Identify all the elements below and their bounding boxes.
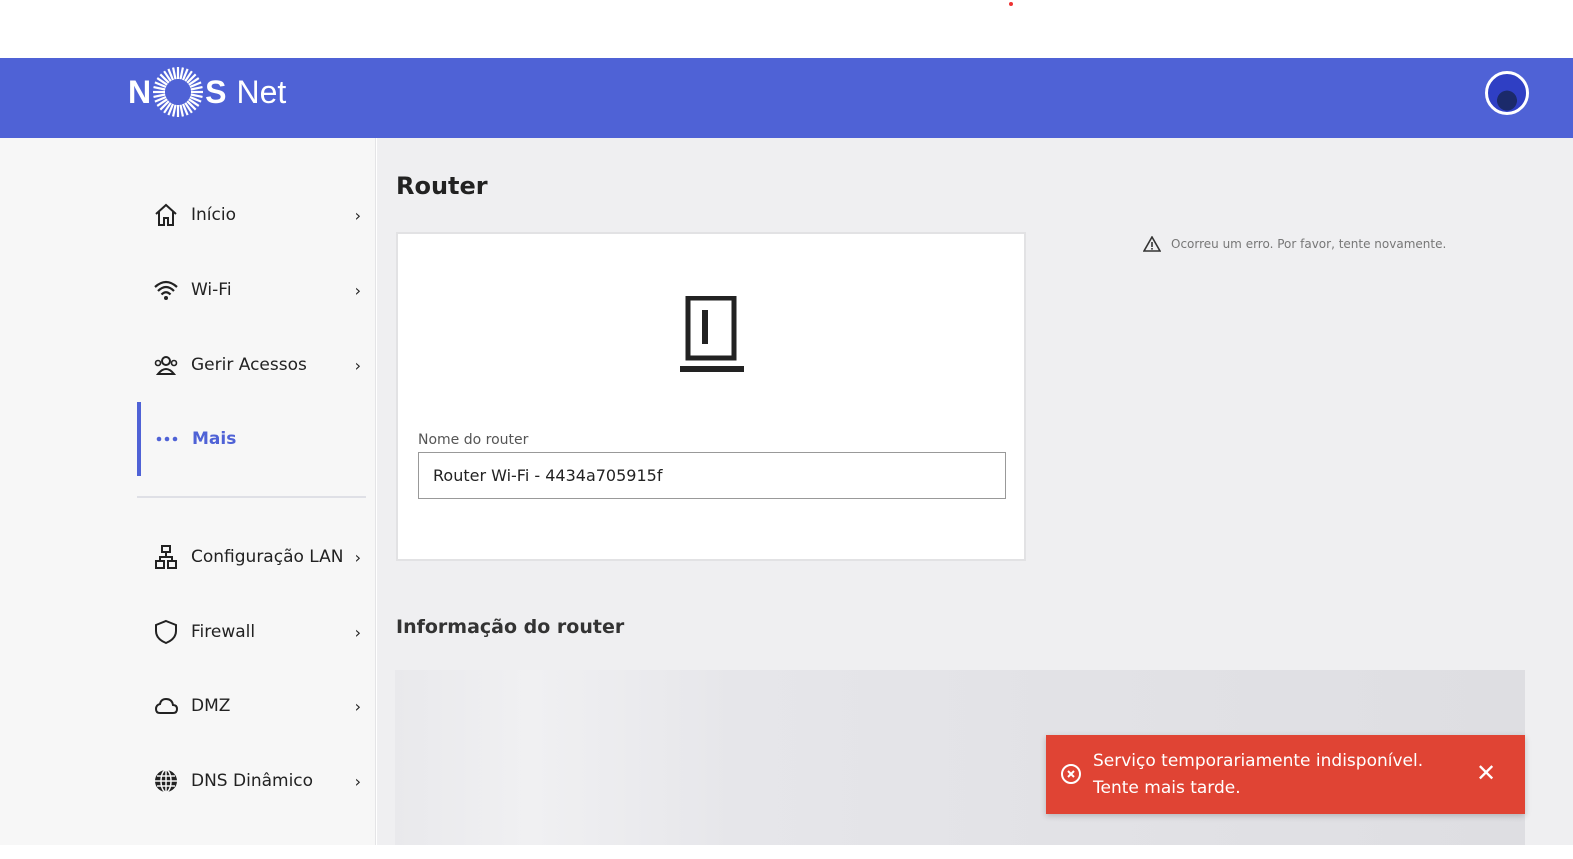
globe-icon [153,768,179,794]
shield-icon [153,619,179,645]
users-icon [153,352,179,378]
error-message: Ocorreu um erro. Por favor, tente novame… [1143,236,1446,252]
sidebar-item-wi-fi[interactable]: Wi-Fi › [137,253,367,327]
user-avatar[interactable] [1485,71,1529,115]
chevron-right-icon: › [354,355,361,375]
sidebar-item-label: Firewall [191,622,256,642]
error-text: Ocorreu um erro. Por favor, tente novame… [1171,237,1447,251]
logo-letter: N [128,73,152,110]
chevron-right-icon: › [354,622,361,642]
sidebar-item-gerir-acessos[interactable]: Gerir Acessos › [137,328,367,402]
sidebar-item-dns-dinamico[interactable]: DNS Dinâmico › [137,744,367,818]
sidebar-item-inicio[interactable]: Início › [137,178,367,252]
chevron-right-icon: › [354,280,361,300]
error-circle-icon [1061,764,1081,784]
router-name-label: Nome do router [418,432,529,448]
router-info-heading: Informação do router [396,616,625,638]
network-icon [153,544,179,570]
warning-icon [1143,236,1161,252]
page-title: Router [396,172,488,200]
sun-logo-icon [153,67,204,117]
router-name-input[interactable]: Router Wi-Fi - 4434a705915f [418,452,1006,499]
bottom-edge [0,845,1573,859]
home-icon [153,202,179,228]
sidebar-item-firewall[interactable]: Firewall › [137,595,367,669]
logo-suffix: Net [236,73,287,110]
toast-close-button[interactable]: ✕ [1476,760,1496,786]
router-icon [680,296,744,372]
error-toast: Serviço temporariamente indisponível. Te… [1046,735,1525,814]
sidebar-divider [137,496,366,498]
sidebar-item-label: Gerir Acessos [191,355,307,375]
more-dots-icon [154,426,180,452]
cloud-icon [153,693,179,719]
sidebar-item-dmz[interactable]: DMZ › [137,669,367,743]
chevron-right-icon: › [354,205,361,225]
sidebar-item-configuracao-lan[interactable]: Configuração LAN › [137,520,367,594]
sidebar-item-mais[interactable]: Mais [137,402,367,476]
nos-net-logo[interactable]: N S Net [128,66,286,118]
sidebar-item-label: Início [191,205,236,225]
sidebar-item-label: DMZ [191,696,231,716]
logo-letter: S [205,73,227,110]
chevron-right-icon: › [354,771,361,791]
sidebar-item-label: Wi-Fi [191,280,232,300]
red-dot [1009,2,1013,6]
sidebar-item-label: DNS Dinâmico [191,771,314,791]
chevron-right-icon: › [354,547,361,567]
sidebar-item-label: Mais [192,429,237,449]
chevron-right-icon: › [354,696,361,716]
toast-message: Serviço temporariamente indisponível. Te… [1093,751,1424,798]
browser-top-area [0,0,1573,58]
router-card: Nome do router Router Wi-Fi - 4434a70591… [396,232,1026,561]
sidebar-item-label: Configuração LAN [191,547,344,567]
wifi-icon [153,277,179,303]
